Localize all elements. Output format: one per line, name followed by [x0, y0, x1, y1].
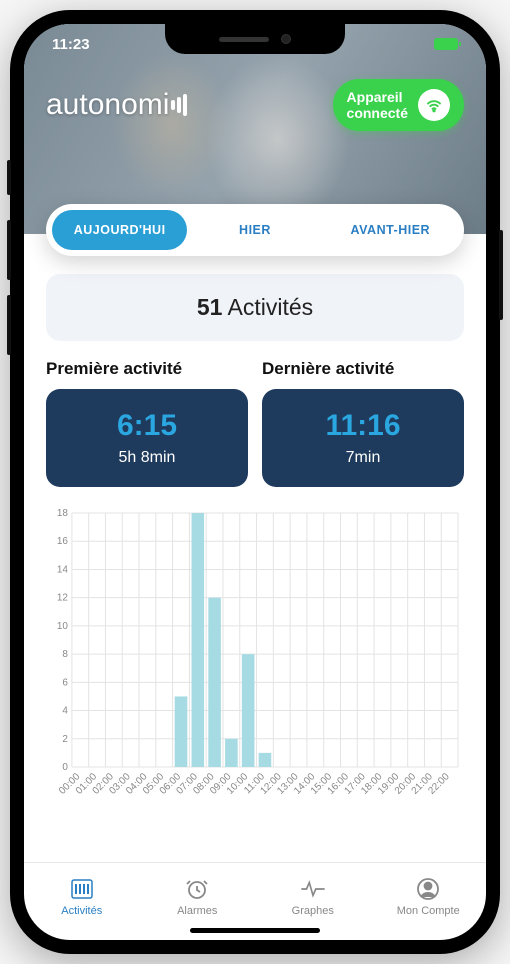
- last-activity-card: 11:16 7min: [262, 389, 464, 487]
- activities-summary-card: 51 Activités: [46, 274, 464, 341]
- phone-notch: [165, 24, 345, 54]
- alarms-icon: [185, 877, 209, 901]
- phone-frame: 11:23 autonomi Appareil connecté: [10, 10, 500, 954]
- first-activity-title: Première activité: [46, 359, 248, 379]
- last-activity-duration: 7min: [272, 449, 454, 467]
- nav-alarms[interactable]: Alarmes: [140, 863, 256, 930]
- phone-volume-down: [7, 295, 11, 355]
- status-time: 11:23: [52, 36, 90, 53]
- screen: 11:23 autonomi Appareil connecté: [24, 24, 486, 940]
- svg-text:10: 10: [57, 621, 69, 632]
- device-connected-pill[interactable]: Appareil connecté: [333, 79, 464, 131]
- svg-text:18: 18: [57, 508, 69, 519]
- svg-text:4: 4: [62, 706, 68, 717]
- svg-text:14: 14: [57, 564, 69, 575]
- svg-text:12: 12: [57, 593, 69, 604]
- nav-account[interactable]: Mon Compte: [371, 863, 487, 930]
- nav-account-label: Mon Compte: [397, 905, 460, 917]
- svg-text:16: 16: [57, 536, 69, 547]
- tab-today[interactable]: AUJOURD'HUI: [52, 210, 187, 250]
- svg-text:6: 6: [62, 677, 68, 688]
- tab-yesterday[interactable]: HIER: [187, 210, 322, 250]
- wifi-icon: [418, 89, 450, 121]
- phone-volume-up: [7, 220, 11, 280]
- nav-activities[interactable]: Activités: [24, 863, 140, 930]
- svg-text:2: 2: [62, 734, 68, 745]
- activities-count: 51: [197, 294, 223, 320]
- logo-waves-icon: [171, 94, 187, 116]
- nav-activities-label: Activités: [61, 905, 102, 917]
- svg-text:8: 8: [62, 649, 68, 660]
- logo-text: autonomi: [46, 88, 169, 122]
- home-indicator[interactable]: [190, 928, 320, 933]
- account-icon: [416, 877, 440, 901]
- tab-day-before[interactable]: AVANT-HIER: [323, 210, 458, 250]
- first-activity-duration: 5h 8min: [56, 449, 238, 467]
- connect-line1: Appareil: [347, 89, 408, 105]
- nav-alarms-label: Alarmes: [177, 905, 217, 917]
- last-activity-time: 11:16: [272, 409, 454, 443]
- nav-graphs-label: Graphes: [292, 905, 334, 917]
- svg-text:0: 0: [62, 762, 68, 773]
- first-activity-time: 6:15: [56, 409, 238, 443]
- battery-icon: [434, 38, 458, 50]
- main-content: 51 Activités Première activité 6:15 5h 8…: [24, 256, 486, 862]
- phone-mute-switch: [7, 160, 11, 195]
- nav-graphs[interactable]: Graphes: [255, 863, 371, 930]
- app-logo: autonomi: [46, 88, 187, 122]
- activities-count-label: Activités: [228, 294, 314, 320]
- activities-icon: [70, 877, 94, 901]
- connect-line2: connecté: [347, 105, 408, 121]
- activities-bar-chart: 02468101214161800:0001:0002:0003:0004:00…: [46, 507, 464, 817]
- last-activity-title: Dernière activité: [262, 359, 464, 379]
- graphs-icon: [301, 877, 325, 901]
- date-tabs: AUJOURD'HUI HIER AVANT-HIER: [46, 204, 464, 256]
- phone-power-button: [499, 230, 503, 320]
- first-activity-card: 6:15 5h 8min: [46, 389, 248, 487]
